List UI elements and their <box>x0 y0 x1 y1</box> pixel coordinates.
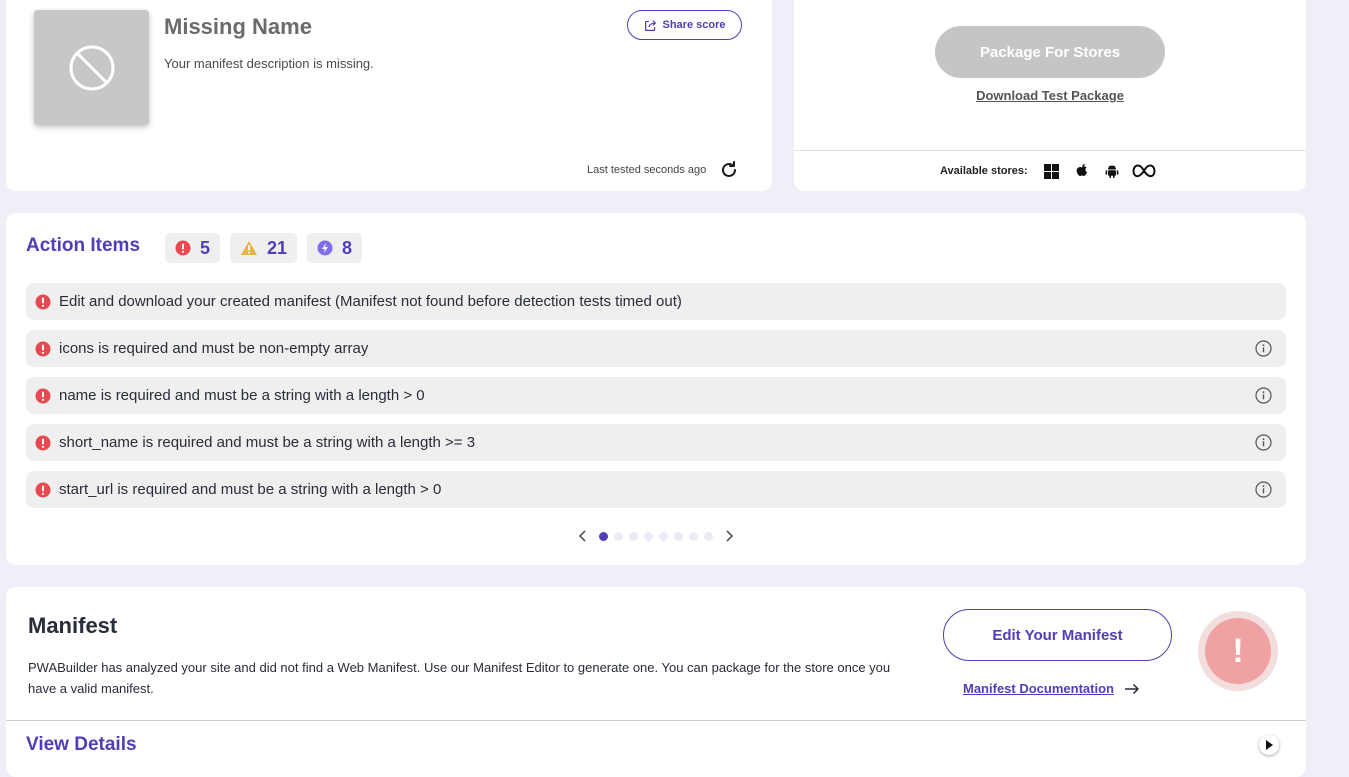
share-icon <box>644 19 656 31</box>
action-items-card: Action Items 5 21 8 Edit and download yo… <box>6 213 1306 565</box>
action-item: start_url is required and must be a stri… <box>26 471 1286 508</box>
info-icon[interactable] <box>1255 434 1272 451</box>
error-icon <box>35 341 51 356</box>
manifest-card: Manifest PWABuilder has analyzed your si… <box>6 587 1306 777</box>
android-icon <box>1102 162 1122 180</box>
error-icon <box>35 482 51 497</box>
package-card: Package For Stores Download Test Package… <box>794 0 1306 191</box>
package-for-stores-button[interactable]: Package For Stores <box>935 26 1165 78</box>
action-item: name is required and must be a string wi… <box>26 377 1286 414</box>
action-item-text: icons is required and must be non-empty … <box>59 340 369 357</box>
edit-manifest-button[interactable]: Edit Your Manifest <box>943 609 1172 661</box>
manifest-documentation-link[interactable]: Manifest Documentation <box>963 681 1140 696</box>
chevron-left-icon[interactable] <box>575 529 589 543</box>
manifest-documentation-label: Manifest Documentation <box>963 681 1114 696</box>
action-item: Edit and download your created manifest … <box>26 283 1286 320</box>
error-icon <box>35 294 51 309</box>
action-item: short_name is required and must be a str… <box>26 424 1286 461</box>
download-test-package-link[interactable]: Download Test Package <box>976 88 1124 103</box>
pager-dot[interactable] <box>644 531 653 541</box>
alert-icon: ! <box>1205 618 1271 684</box>
error-count-badge[interactable]: 5 <box>165 233 221 263</box>
info-icon[interactable] <box>1255 481 1272 498</box>
action-item-counts: 5 21 8 <box>165 233 363 263</box>
divider <box>6 720 1306 721</box>
windows-icon <box>1042 162 1062 180</box>
pager-dot[interactable] <box>659 531 668 541</box>
action-item-text: short_name is required and must be a str… <box>59 434 476 451</box>
app-name: Missing Name <box>164 14 312 39</box>
no-image-icon <box>69 45 114 90</box>
manifest-description: PWABuilder has analyzed your site and di… <box>28 660 891 696</box>
refresh-icon[interactable] <box>719 160 739 180</box>
pager-dot[interactable] <box>704 531 713 541</box>
apple-icon <box>1072 162 1092 180</box>
action-item-text: name is required and must be a string wi… <box>59 387 425 404</box>
info-icon[interactable] <box>1255 387 1272 404</box>
pager-dot[interactable] <box>599 531 608 541</box>
info-icon[interactable] <box>1255 340 1272 357</box>
error-icon <box>175 240 191 256</box>
manifest-status-indicator: ! <box>1198 611 1278 691</box>
app-icon-placeholder <box>34 10 149 125</box>
arrow-right-icon <box>1124 683 1140 694</box>
app-summary-card: Missing Name Your manifest description i… <box>6 0 772 191</box>
error-icon <box>35 388 51 403</box>
lightning-icon <box>317 240 333 256</box>
suggestion-count-badge[interactable]: 8 <box>307 233 363 263</box>
action-items-list: Edit and download your created manifest … <box>26 283 1286 518</box>
pager-dot[interactable] <box>674 531 683 541</box>
available-stores: Available stores: <box>940 162 1156 180</box>
action-items-pager <box>571 529 741 543</box>
pager-dot[interactable] <box>629 531 638 541</box>
share-score-label: Share score <box>662 19 726 31</box>
suggestion-count: 8 <box>342 237 353 258</box>
divider <box>794 150 1306 151</box>
action-item-text: start_url is required and must be a stri… <box>59 481 442 498</box>
view-details-toggle[interactable]: View Details <box>26 734 137 756</box>
pager-dot[interactable] <box>614 531 623 541</box>
warning-count-badge[interactable]: 21 <box>230 233 298 263</box>
error-icon <box>35 435 51 450</box>
pager-dot[interactable] <box>689 531 698 541</box>
action-item-text: Edit and download your created manifest … <box>59 293 682 310</box>
meta-icon <box>1132 162 1156 180</box>
expand-icon[interactable] <box>1259 735 1279 755</box>
action-items-title: Action Items <box>26 235 141 256</box>
chevron-right-icon[interactable] <box>723 529 737 543</box>
action-item: icons is required and must be non-empty … <box>26 330 1286 367</box>
app-description: Your manifest description is missing. <box>164 56 374 71</box>
warning-icon <box>241 241 258 255</box>
manifest-title: Manifest <box>28 613 118 638</box>
share-score-button[interactable]: Share score <box>627 10 742 40</box>
last-tested-text: Last tested seconds ago <box>587 164 707 176</box>
error-count: 5 <box>200 237 211 258</box>
available-stores-label: Available stores: <box>940 165 1028 177</box>
warning-count: 21 <box>267 237 288 258</box>
